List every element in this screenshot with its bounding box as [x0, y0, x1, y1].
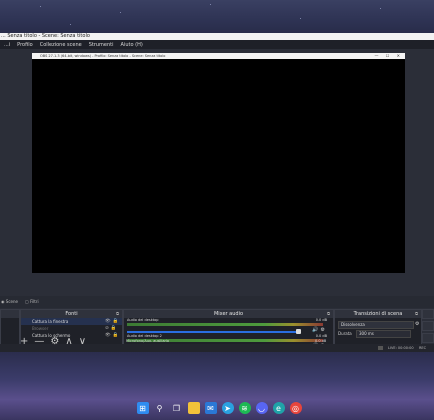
add-source-button[interactable]: + — [20, 336, 28, 347]
move-up-button[interactable]: ∧ — [65, 336, 72, 347]
tab-filters-label: Filtri — [30, 299, 39, 304]
mixer-title: Mixer audio — [213, 311, 244, 317]
sources-panel-header: Fonti ⧉ — [21, 310, 122, 318]
transition-select[interactable]: Dissolvenza — [338, 321, 414, 329]
live-timer: LIVE: 00:00:00 — [388, 346, 414, 350]
transitions-title: Transizioni di scena — [353, 311, 403, 317]
volume-meter — [127, 323, 323, 326]
task-view-icon[interactable]: ❐ — [171, 402, 183, 414]
remove-source-button[interactable]: — — [34, 336, 44, 347]
source-item[interactable]: Browser ⊘🔒 — [21, 325, 122, 332]
track-db: 0.0 dB — [315, 334, 327, 338]
window-controls[interactable]: — ☐ ✕ — [375, 53, 403, 59]
mixer-panel-header: Mixer audio ⧉ — [124, 310, 333, 318]
source-label: Browser — [32, 326, 49, 331]
projector-title: OBS 27.1.3 (64-bit, windows) - Profilo: … — [40, 54, 166, 58]
chrome-icon[interactable]: ◎ — [289, 402, 302, 414]
wallpaper-star — [380, 8, 381, 9]
menu-item-file[interactable]: ...i — [4, 42, 10, 48]
panel-options-icon[interactable]: ⧉ — [116, 310, 119, 318]
source-visibility-lock-icons[interactable]: 👁🔒 — [105, 332, 120, 339]
filters-icon: ▢ — [25, 299, 29, 304]
wallpaper-star — [120, 12, 121, 13]
stream-status-icon — [378, 346, 383, 350]
tab-filters[interactable]: ▢ Filtri — [25, 298, 39, 306]
menu-item-tools[interactable]: Strumenti — [89, 42, 114, 48]
control-button[interactable] — [422, 321, 434, 331]
track-name: Microfono/Aux. ausiliario — [126, 339, 170, 343]
track-db: 0.0 dB — [315, 339, 327, 343]
mixer-track: Audio del desktop 0.0 dB 🔊⚙ — [124, 318, 333, 334]
scenes-panel-header — [1, 310, 19, 318]
file-explorer-icon[interactable] — [187, 402, 200, 414]
wallpaper-star — [40, 6, 41, 7]
tab-scenes-label: Scene — [5, 299, 18, 304]
panel-options-icon[interactable]: ⧉ — [415, 310, 418, 318]
source-item[interactable]: Cattura la finestra 👁🔒 — [21, 318, 122, 325]
source-label: Cattura la finestra — [32, 319, 69, 324]
preview-area: OBS 27.1.3 (64-bit, windows) - Profilo: … — [0, 49, 434, 296]
track-name: Audio del desktop 2 — [127, 334, 162, 338]
track-db: 0.0 dB — [315, 318, 327, 322]
window-titlebar[interactable]: ... Senza titolo - Scene: Senza titolo — [0, 33, 434, 40]
duration-label: Durata — [338, 331, 352, 336]
wallpaper-star — [300, 18, 301, 19]
telegram-icon[interactable]: ➤ — [221, 402, 234, 414]
volume-fader[interactable] — [127, 331, 299, 333]
search-icon[interactable]: ⚲ — [154, 402, 166, 414]
sources-toolbar: + — ⚙ ∧ ∨ — [20, 336, 86, 347]
source-properties-button[interactable]: ⚙ — [50, 336, 59, 347]
source-visibility-lock-icons[interactable]: ⊘🔒 — [105, 325, 118, 332]
windows-icon[interactable]: ⊞ — [136, 402, 149, 414]
move-down-button[interactable]: ∨ — [79, 336, 86, 347]
spotify-icon[interactable]: ≋ — [238, 402, 251, 414]
desktop-wallpaper-top — [0, 0, 434, 34]
projector-titlebar[interactable]: OBS 27.1.3 (64-bit, windows) - Profilo: … — [32, 53, 405, 59]
track-name: Audio del desktop — [127, 318, 159, 322]
menu-item-profile[interactable]: Profilo — [17, 42, 33, 48]
gear-icon[interactable]: ⚙ — [415, 321, 419, 327]
transitions-panel-header: Transizioni di scena ⧉ — [335, 310, 421, 318]
source-visibility-lock-icons[interactable]: 👁🔒 — [105, 318, 120, 325]
menu-item-scene-collection[interactable]: Collezione scene — [40, 42, 82, 48]
rec-timer: REC — [419, 346, 427, 350]
duration-input[interactable]: 300 ms — [356, 330, 411, 338]
sources-title: Fonti — [65, 311, 78, 317]
preview-canvas-bottom — [32, 263, 405, 273]
control-button[interactable] — [422, 333, 434, 343]
panel-options-icon[interactable]: ⧉ — [327, 310, 330, 318]
tab-scenes[interactable]: ◉ Scene — [1, 298, 18, 306]
menu-bar: ...i Profilo Collezione scene Strumenti … — [0, 40, 434, 49]
menu-item-help[interactable]: Aiuto (H) — [121, 42, 143, 48]
preview-canvas[interactable]: OBS 27.1.3 (64-bit, windows) - Profilo: … — [32, 53, 405, 263]
wallpaper-star — [210, 4, 211, 5]
obs-window: ... Senza titolo - Scene: Senza titolo .… — [0, 33, 434, 352]
transition-select-row: Dissolvenza ⚙ — [335, 320, 421, 329]
control-button[interactable] — [422, 309, 434, 319]
discord-icon[interactable]: ◡ — [255, 402, 268, 414]
wallpaper-star — [70, 24, 71, 25]
scene-transitions-panel: Transizioni di scena ⧉ Dissolvenza ⚙ Dur… — [334, 309, 422, 345]
scenes-icon: ◉ — [1, 299, 5, 304]
dock-tab-bar: ◉ Scene ▢ Filtri — [0, 296, 434, 308]
taskbar: ⊞ ⚲ ❐ ✉ ➤ ≋ ◡ e ◎ — [108, 399, 330, 417]
edge-icon[interactable]: e — [272, 402, 285, 414]
mail-icon[interactable]: ✉ — [204, 402, 217, 414]
duration-row: Durata 300 ms — [335, 330, 421, 338]
speaker-gear-icons[interactable]: 🔊⚙ — [312, 327, 327, 333]
window-title: ... Senza titolo - Scene: Senza titolo — [1, 33, 90, 39]
